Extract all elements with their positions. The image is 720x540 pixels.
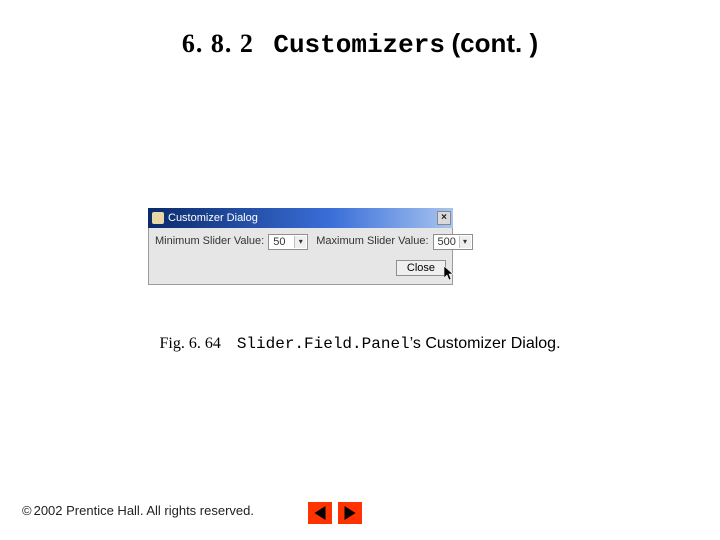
java-cup-icon (152, 212, 164, 224)
section-number: 6. 8. 2 (182, 29, 254, 58)
nav-arrows (308, 502, 362, 524)
slide-heading: 6. 8. 2 Customizers (cont. ) (0, 28, 720, 60)
copyright-text: 2002 Prentice Hall. All rights reserved. (34, 503, 254, 518)
dialog-titlebar: Customizer Dialog × (148, 208, 453, 228)
slider-values-row: Minimum Slider Value: 50 ▾ Maximum Slide… (155, 234, 446, 250)
max-slider-combo[interactable]: 500 ▾ (433, 234, 473, 250)
section-cont: (cont. ) (451, 28, 538, 58)
dialog-close-button[interactable]: × (437, 211, 451, 225)
chevron-down-icon: ▾ (459, 236, 471, 248)
close-button[interactable]: Close (396, 260, 446, 276)
titlebar-left: Customizer Dialog (152, 212, 258, 224)
figure-number: Fig. 6. 64 (159, 335, 220, 352)
dialog-body: Minimum Slider Value: 50 ▾ Maximum Slide… (148, 228, 453, 285)
slide-root: 6. 8. 2 Customizers (cont. ) Customizer … (0, 0, 720, 540)
min-slider-combo[interactable]: 50 ▾ (268, 234, 308, 250)
copyright-footer: © 2002 Prentice Hall. All rights reserve… (22, 503, 254, 518)
max-slider-label: Maximum Slider Value: (316, 235, 428, 248)
dialog-button-row: Close (155, 260, 446, 276)
copyright-symbol-icon: © (22, 503, 32, 518)
dialog-title: Customizer Dialog (168, 213, 258, 224)
max-slider-value: 500 (438, 236, 456, 248)
prev-slide-button[interactable] (308, 502, 332, 524)
figure-caption: Fig. 6. 64 Slider.Field.Panel’s Customiz… (0, 335, 720, 353)
min-slider-value: 50 (273, 236, 285, 248)
section-title: Customizers (273, 30, 445, 60)
figure-classname: Slider.Field.Panel (237, 335, 410, 353)
chevron-down-icon: ▾ (294, 236, 306, 248)
min-slider-label: Minimum Slider Value: (155, 235, 264, 248)
next-slide-button[interactable] (338, 502, 362, 524)
figure-caption-text: ’s Customizer Dialog. (410, 335, 561, 352)
customizer-dialog: Customizer Dialog × Minimum Slider Value… (148, 208, 453, 285)
